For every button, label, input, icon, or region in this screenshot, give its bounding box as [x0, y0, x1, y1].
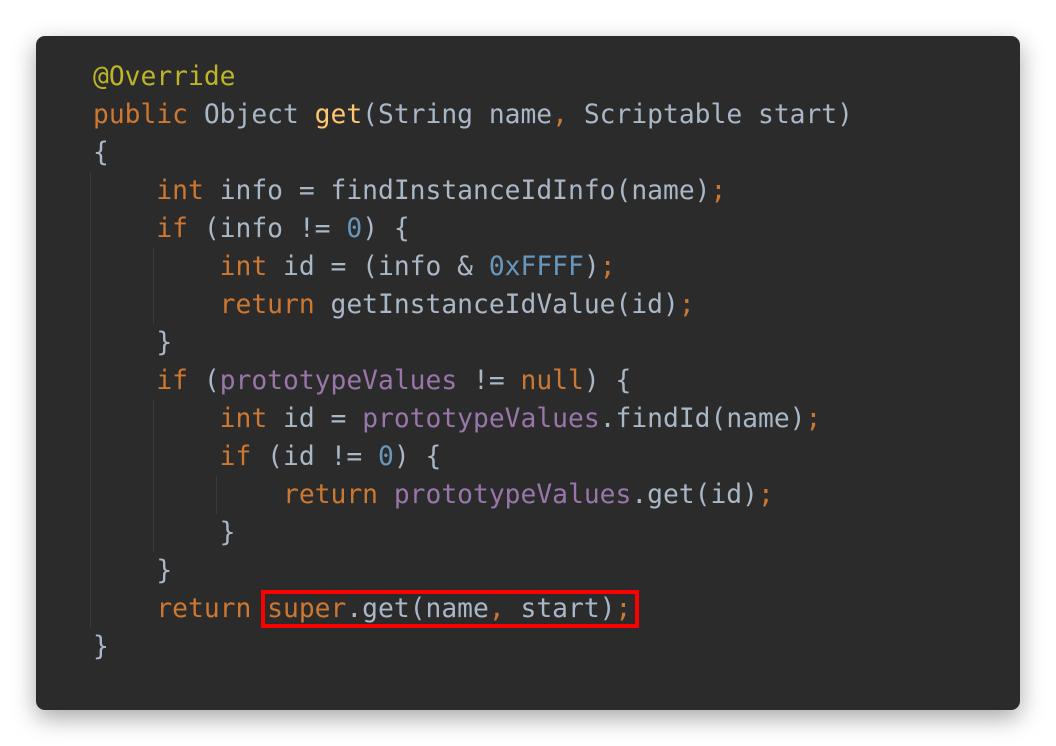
code-token: if [219, 442, 268, 472]
code-line[interactable]: } [93, 552, 853, 590]
code-token: ; [757, 480, 774, 510]
code-token: info = findInstanceIdInfo(name) [219, 176, 711, 206]
code-token: Scriptable start) [583, 100, 853, 130]
code-token: .get(name [346, 594, 489, 624]
code-line[interactable]: } [93, 628, 853, 666]
code-token: ( [203, 366, 220, 396]
code-line[interactable]: { [93, 134, 853, 172]
code-token: (info != [203, 214, 347, 244]
code-token: 0 [346, 214, 363, 244]
code-token: 0 [378, 442, 394, 472]
code-token: prototypeValues [393, 480, 632, 510]
code-token: { [93, 138, 109, 168]
code-token: int [219, 404, 284, 434]
code-token: .findId(name) [599, 404, 806, 434]
code-token: start) [520, 594, 616, 624]
code-token: (id != [267, 442, 378, 472]
code-token: ; [710, 176, 727, 206]
code-token: int [219, 252, 284, 282]
code-token: != [473, 366, 521, 396]
code-token: 0xFFFF [488, 252, 584, 282]
code-token: ; [805, 404, 822, 434]
code-line[interactable]: int id = (info & 0xFFFF); [93, 248, 853, 286]
code-line[interactable]: return prototypeValues.get(id); [93, 476, 853, 514]
code-token: getInstanceIdValue(id) [330, 290, 679, 320]
code-token: } [156, 328, 173, 358]
code-token: return [219, 290, 331, 320]
code-token: ; [599, 252, 616, 282]
code-block[interactable]: @Override public Object get(String name, … [93, 58, 853, 666]
code-token: id = [283, 404, 363, 434]
indent-guide [90, 172, 91, 628]
code-token: public [93, 100, 204, 130]
code-line[interactable]: return getInstanceIdValue(id); [93, 286, 853, 324]
code-token: ) { [583, 366, 632, 396]
code-line[interactable]: if (info != 0) { [93, 210, 853, 248]
code-token: } [93, 632, 109, 662]
code-token: ) { [362, 214, 410, 244]
code-token: prototypeValues [362, 404, 600, 434]
code-line[interactable]: } [93, 324, 853, 362]
code-token: null [520, 366, 584, 396]
code-line[interactable]: int info = findInstanceIdInfo(name); [93, 172, 853, 210]
code-token: ) { [393, 442, 442, 472]
code-token: @Override [93, 62, 236, 92]
code-editor-window: @Override public Object get(String name, … [36, 36, 1020, 710]
code-token: return [156, 594, 268, 624]
code-token: ; [615, 594, 632, 624]
code-token: ; [678, 290, 695, 320]
code-token: id = (info & [283, 252, 489, 282]
highlight-box: super.get(name, start); [261, 590, 640, 628]
code-token: prototypeValues [219, 366, 474, 396]
code-token: int [156, 176, 220, 206]
code-token: if [156, 366, 204, 396]
code-token: super [267, 594, 347, 624]
code-line[interactable]: @Override [93, 58, 853, 96]
code-line[interactable]: return super.get(name, start); [93, 590, 853, 628]
code-token: } [219, 518, 236, 548]
code-line[interactable]: public Object get(String name, Scriptabl… [93, 96, 853, 134]
code-token: (String name [362, 100, 553, 130]
code-token: , [488, 594, 521, 624]
code-token: Object [203, 100, 315, 130]
code-line[interactable]: int id = prototypeValues.findId(name); [93, 400, 853, 438]
code-line[interactable]: } [93, 514, 853, 552]
code-line[interactable]: if (prototypeValues != null) { [93, 362, 853, 400]
code-token: } [156, 556, 173, 586]
code-line[interactable]: if (id != 0) { [93, 438, 853, 476]
code-token: , [552, 100, 584, 130]
code-token: ) [583, 252, 600, 282]
code-token: return [283, 480, 394, 510]
code-token: get [314, 100, 363, 130]
code-token: if [156, 214, 204, 244]
code-token: .get(id) [631, 480, 758, 510]
